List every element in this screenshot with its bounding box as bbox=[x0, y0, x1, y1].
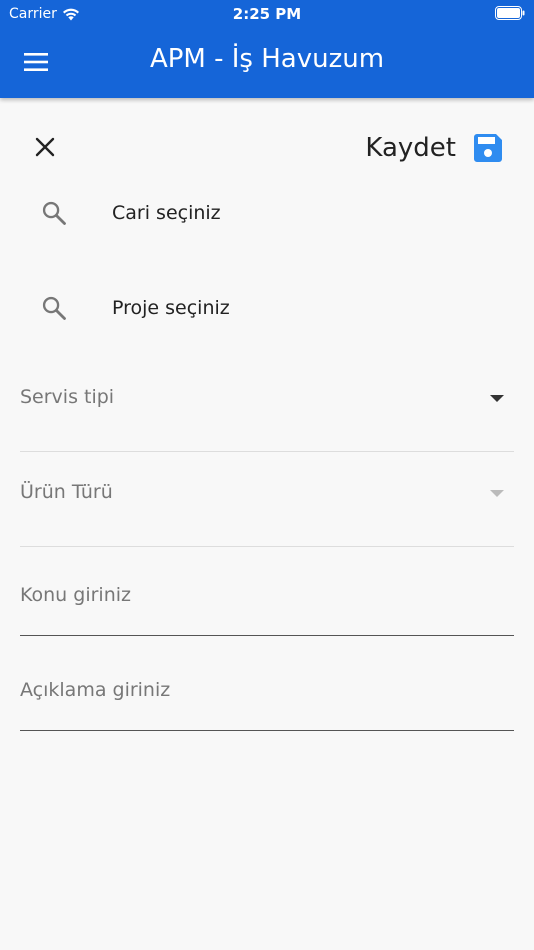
urun-turu-label: Ürün Türü bbox=[20, 481, 113, 503]
chevron-down-icon bbox=[490, 395, 504, 402]
close-icon[interactable] bbox=[32, 134, 58, 160]
aciklama-placeholder: Açıklama giriniz bbox=[20, 679, 171, 701]
input-underline bbox=[20, 729, 514, 731]
aciklama-input[interactable]: Açıklama giriniz bbox=[20, 673, 514, 731]
proje-label: Proje seçiniz bbox=[112, 297, 230, 319]
floppy-disk-icon bbox=[474, 134, 502, 162]
cari-label: Cari seçiniz bbox=[112, 202, 221, 224]
urun-turu-dropdown[interactable]: Ürün Türü bbox=[20, 475, 514, 547]
search-icon bbox=[42, 201, 66, 225]
servis-tipi-dropdown[interactable]: Servis tipi bbox=[20, 380, 514, 452]
chevron-down-icon bbox=[490, 490, 504, 497]
konu-input[interactable]: Konu giriniz bbox=[20, 578, 514, 636]
konu-placeholder: Konu giriniz bbox=[20, 584, 131, 606]
cari-select[interactable]: Cari seçiniz bbox=[40, 191, 500, 235]
field-divider bbox=[20, 451, 514, 452]
battery-icon bbox=[495, 6, 525, 20]
servis-tipi-label: Servis tipi bbox=[20, 386, 115, 408]
proje-select[interactable]: Proje seçiniz bbox=[40, 286, 500, 330]
search-icon bbox=[42, 296, 66, 320]
input-underline bbox=[20, 634, 514, 636]
save-label: Kaydet bbox=[365, 133, 456, 163]
status-bar: Carrier 2:25 PM bbox=[0, 0, 534, 28]
save-button[interactable]: Kaydet bbox=[365, 128, 504, 168]
page-title: APM - İş Havuzum bbox=[149, 44, 385, 74]
app-bar: Carrier 2:25 PM APM - İş Havuzum bbox=[0, 0, 534, 98]
field-divider bbox=[20, 546, 514, 547]
status-time: 2:25 PM bbox=[232, 5, 302, 23]
